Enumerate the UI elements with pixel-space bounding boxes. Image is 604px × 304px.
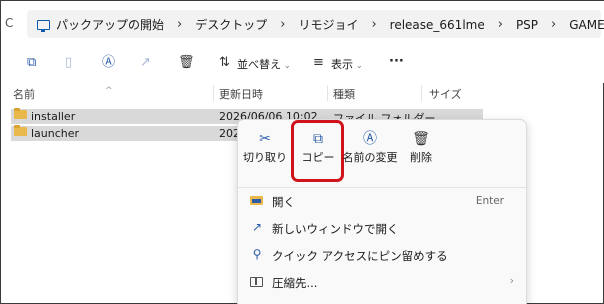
column-modified[interactable]: 更新日時 xyxy=(219,86,263,102)
this-pc-icon[interactable] xyxy=(37,19,50,32)
new-item-icon[interactable]: ⧉ xyxy=(27,54,36,72)
column-header: ^ 名前 更新日時 種類 サイズ xyxy=(1,83,604,103)
file-name: installer xyxy=(31,110,76,123)
folder-open-icon xyxy=(250,196,263,205)
sort-icon[interactable]: ⇅ xyxy=(219,54,230,72)
menu-item-compress[interactable]: 圧縮先... › xyxy=(238,270,526,294)
command-bar: ⧉ ▯ Ⓐ ↗ 🗑 ⇅ 並べ替え ⌄ ≡ 表示 ⌄ ··· xyxy=(1,45,604,83)
breadcrumb-item-desktop[interactable]: デスクトップ xyxy=(195,16,267,33)
breadcrumb-item-backup[interactable]: パックアップの開始 xyxy=(56,16,164,33)
delete-button[interactable]: 🗑 削除 xyxy=(394,128,448,180)
menu-item-open[interactable]: 開く Enter xyxy=(238,189,526,213)
submenu-arrow-icon: › xyxy=(509,274,514,287)
zip-icon xyxy=(250,277,263,287)
address-bar[interactable]: パックアップの開始 › デスクトップ › リモジョイ › release_661… xyxy=(27,10,604,38)
menu-divider xyxy=(238,187,526,188)
new-window-icon: ↗ xyxy=(251,220,263,234)
more-options-button[interactable]: ··· xyxy=(389,54,404,69)
view-icon[interactable]: ≡ xyxy=(313,54,324,72)
column-size[interactable]: サイズ xyxy=(429,86,462,102)
address-bar-area: C パックアップの開始 › デスクトップ › リモジョイ › release_6… xyxy=(1,1,604,45)
sort-button[interactable]: 並べ替え ⌄ xyxy=(237,56,291,72)
breadcrumb-chevron-icon[interactable]: › xyxy=(551,17,556,32)
cut-button[interactable]: ✂ 切り取り xyxy=(238,128,292,180)
menu-item-label: クイック アクセスにピン留めする xyxy=(272,249,448,263)
column-type[interactable]: 種類 xyxy=(333,86,355,102)
breadcrumb-chevron-icon[interactable]: › xyxy=(280,17,285,32)
column-divider[interactable] xyxy=(421,85,422,101)
breadcrumb-item-game[interactable]: GAME xyxy=(569,18,604,32)
column-name[interactable]: 名前 xyxy=(13,86,35,102)
rename-icon[interactable]: Ⓐ xyxy=(102,54,115,72)
file-name: launcher xyxy=(31,127,80,140)
cut-label: 切り取り xyxy=(243,151,287,164)
breadcrumb-chevron-icon[interactable]: › xyxy=(371,17,376,32)
delete-label: 削除 xyxy=(410,151,432,164)
menu-item-pin-quick-access[interactable]: ⚲ クイック アクセスにピン留めする xyxy=(238,243,526,267)
menu-item-open-new-window[interactable]: ↗ 新しいウィンドウで開く xyxy=(238,216,526,240)
breadcrumb-item-release[interactable]: release_661lme xyxy=(390,18,485,32)
refresh-icon[interactable]: C xyxy=(5,16,13,30)
breadcrumb-item-psp[interactable]: PSP xyxy=(516,18,538,32)
breadcrumb-chevron-icon[interactable]: › xyxy=(177,17,182,32)
rename-icon: Ⓐ xyxy=(363,131,377,147)
menu-item-label: 新しいウィンドウで開く xyxy=(272,222,399,236)
share-icon[interactable]: ↗ xyxy=(140,54,151,72)
sort-caret-icon: ^ xyxy=(105,86,113,96)
context-menu: ✂ 切り取り ⧉ コピー Ⓐ 名前の変更 🗑 削除 開く Enter ↗ 新しい… xyxy=(237,119,527,304)
delete-icon[interactable]: 🗑 xyxy=(178,54,195,72)
paste-icon[interactable]: ▯ xyxy=(65,54,72,72)
breadcrumb-item-remojoi[interactable]: リモジョイ xyxy=(298,16,358,33)
rename-label: 名前の変更 xyxy=(342,151,398,164)
menu-item-label: 開く xyxy=(272,195,295,209)
scissors-icon: ✂ xyxy=(259,131,271,147)
breadcrumb-chevron-icon[interactable]: › xyxy=(498,17,503,32)
trash-icon: 🗑 xyxy=(412,131,430,147)
explorer-window: C パックアップの開始 › デスクトップ › リモジョイ › release_6… xyxy=(0,0,604,304)
rename-button[interactable]: Ⓐ 名前の変更 xyxy=(342,128,398,180)
folder-icon xyxy=(14,125,27,136)
folder-icon xyxy=(14,108,27,119)
pin-icon: ⚲ xyxy=(252,247,262,261)
menu-item-label: 圧縮先... xyxy=(272,276,318,290)
shortcut-label: Enter xyxy=(475,195,504,207)
column-divider[interactable] xyxy=(327,85,328,101)
column-divider[interactable] xyxy=(213,85,214,101)
view-button[interactable]: 表示 ⌄ xyxy=(331,56,363,72)
breadcrumb: パックアップの開始 › デスクトップ › リモジョイ › release_661… xyxy=(37,16,604,33)
highlight-box xyxy=(291,120,344,182)
